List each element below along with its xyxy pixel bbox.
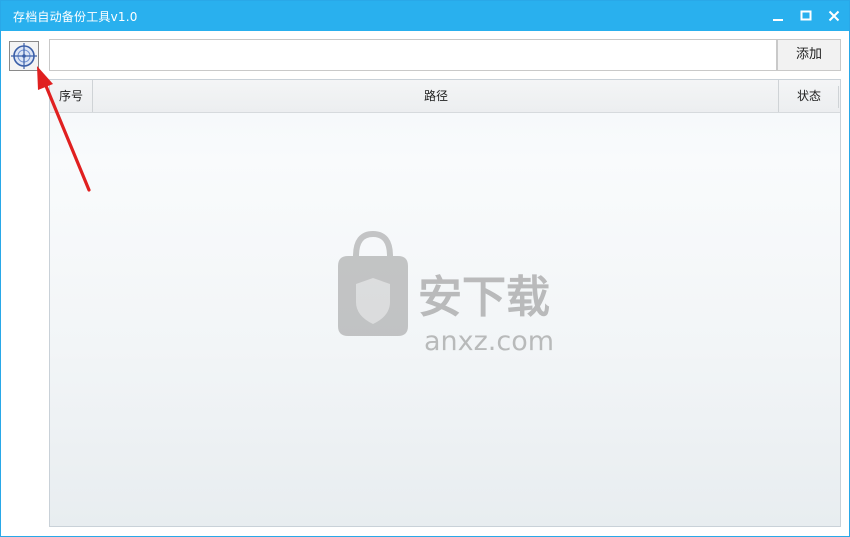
backup-list-table[interactable]: 序号 路径 状态 安下载 anxz.com (49, 79, 841, 527)
column-header-status[interactable]: 状态 (778, 80, 839, 112)
maximize-icon (800, 10, 812, 21)
path-input[interactable] (49, 39, 777, 71)
add-button[interactable]: 添加 (777, 39, 841, 71)
column-header-index[interactable]: 序号 (50, 80, 92, 112)
crosshair-icon (11, 43, 37, 69)
close-icon (828, 10, 840, 22)
column-divider (838, 86, 839, 108)
close-button[interactable] (825, 7, 843, 25)
watermark-domain: anxz.com (424, 326, 554, 357)
title-bar[interactable]: 存档自动备份工具v1.0 (1, 1, 849, 31)
table-header: 序号 路径 状态 (50, 80, 840, 113)
minimize-icon (773, 19, 783, 21)
window-picker-button[interactable] (9, 41, 39, 71)
window-title: 存档自动备份工具v1.0 (13, 10, 138, 24)
watermark-logo: 安下载 anxz.com (338, 230, 554, 357)
minimize-button[interactable] (769, 7, 787, 25)
app-window: 存档自动备份工具v1.0 添加 序号 路径 状态 安下载 anxz.com (0, 0, 850, 537)
maximize-button[interactable] (797, 7, 815, 25)
column-header-path[interactable]: 路径 (92, 80, 779, 112)
watermark-title: 安下载 (418, 272, 550, 323)
